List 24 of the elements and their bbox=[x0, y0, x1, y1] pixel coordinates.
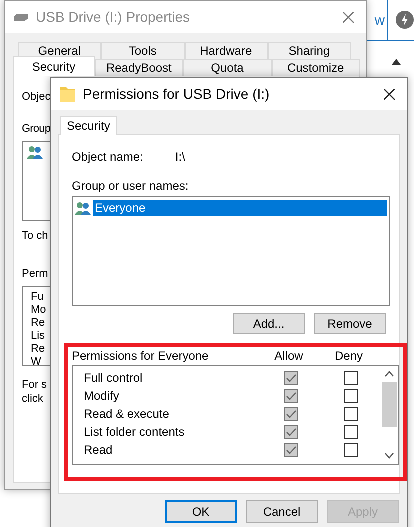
group-label: Group or user names: bbox=[72, 179, 189, 193]
window-title: USB Drive (I:) Properties bbox=[36, 9, 192, 25]
object-name-label: Object name: bbox=[72, 150, 144, 164]
permission-name: Modify bbox=[84, 389, 120, 403]
permission-name: Re bbox=[31, 317, 46, 330]
object-name-value: I:\ bbox=[175, 150, 186, 164]
permission-name: Full control bbox=[84, 371, 144, 385]
footer-text: For s bbox=[22, 378, 48, 392]
column-header: Allow bbox=[274, 349, 304, 363]
permission-name: Read & execute bbox=[84, 407, 170, 421]
permissions-label: Perm bbox=[22, 267, 48, 281]
permission-name: Fu bbox=[31, 291, 45, 304]
permission-name: Read bbox=[84, 443, 114, 457]
permission-name: Mo bbox=[31, 304, 48, 317]
permissions-label: Permissions for Everyone bbox=[72, 349, 210, 363]
group-label: Group bbox=[22, 122, 51, 136]
column-header: Deny bbox=[334, 349, 364, 363]
instruction-text: To ch bbox=[22, 229, 48, 243]
permission-name: List folder contents bbox=[84, 425, 186, 439]
permission-name: W bbox=[31, 356, 42, 369]
footer-text: click bbox=[22, 392, 44, 406]
permission-name: Lis bbox=[31, 330, 46, 343]
window-title: Permissions for USB Drive (I:) bbox=[83, 86, 271, 102]
object-name-label: Objec bbox=[22, 90, 51, 104]
